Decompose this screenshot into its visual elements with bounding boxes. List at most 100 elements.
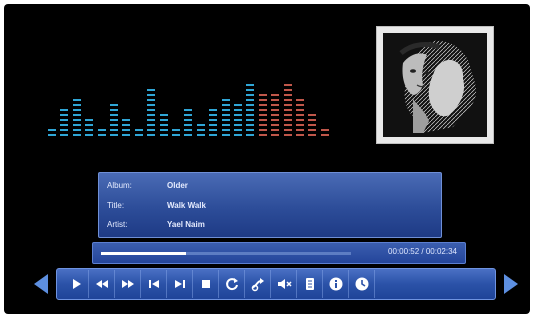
shuffle-button[interactable] <box>245 270 271 298</box>
equalizer-segment <box>196 124 205 126</box>
equalizer-segment <box>234 119 242 121</box>
equalizer-segment <box>60 109 69 111</box>
fast-forward-icon <box>121 280 134 288</box>
equalizer-bar <box>72 99 81 136</box>
equalizer-segment <box>72 124 81 126</box>
previous-page-arrow[interactable] <box>30 270 52 298</box>
equalizer-segment <box>209 114 218 116</box>
control-bar <box>56 268 496 300</box>
equalizer-segment <box>110 109 118 111</box>
progress-bar[interactable] <box>101 252 351 255</box>
stop-button[interactable] <box>193 270 219 298</box>
progress-panel: 00:00:52 / 00:02:34 <box>92 242 466 264</box>
equalizer-segment <box>159 124 168 126</box>
equalizer-segment <box>60 119 69 121</box>
equalizer-segment <box>110 129 118 131</box>
equalizer-segment <box>147 124 156 126</box>
equalizer-segment <box>184 119 193 121</box>
equalizer-bar <box>283 84 292 136</box>
clock-button[interactable] <box>349 270 375 298</box>
equalizer-segment <box>196 129 205 131</box>
equalizer-segment <box>258 114 267 116</box>
equalizer-segment <box>296 124 304 126</box>
play-button[interactable] <box>63 270 89 298</box>
equalizer-bar <box>209 109 218 136</box>
repeat-icon <box>225 278 238 291</box>
equalizer-segment <box>271 134 280 136</box>
equalizer-segment <box>283 94 292 96</box>
equalizer-segment <box>296 104 304 106</box>
equalizer-segment <box>209 109 218 111</box>
album-row: Album: Older <box>107 177 188 193</box>
playlist-button[interactable] <box>297 270 323 298</box>
repeat-button[interactable] <box>219 270 245 298</box>
equalizer-segment <box>110 119 118 121</box>
equalizer-segment <box>258 134 267 136</box>
equalizer-bar <box>85 119 94 136</box>
equalizer-segment <box>72 114 81 116</box>
equalizer-segment <box>258 129 267 131</box>
equalizer-segment <box>221 99 230 101</box>
equalizer-segment <box>72 134 81 136</box>
previous-track-button[interactable] <box>141 270 167 298</box>
equalizer-segment <box>221 129 230 131</box>
equalizer-segment <box>60 134 69 136</box>
info-icon <box>329 277 342 291</box>
equalizer-segment <box>147 119 156 121</box>
equalizer-bar <box>221 99 230 136</box>
album-value: Older <box>167 180 188 190</box>
equalizer-segment <box>296 109 304 111</box>
mute-button[interactable] <box>271 270 297 298</box>
equalizer-segment <box>246 124 255 126</box>
equalizer-segment <box>60 114 69 116</box>
equalizer-segment <box>85 134 94 136</box>
equalizer-segment <box>221 114 230 116</box>
next-track-button[interactable] <box>167 270 193 298</box>
equalizer-segment <box>60 124 69 126</box>
equalizer-segment <box>296 99 304 101</box>
equalizer-segment <box>320 134 329 136</box>
equalizer-segment <box>60 129 69 131</box>
equalizer-segment <box>283 109 292 111</box>
equalizer-segment <box>134 129 143 131</box>
artist-value: Yael Naim <box>167 219 205 229</box>
rewind-button[interactable] <box>89 270 115 298</box>
equalizer-bar <box>97 129 106 136</box>
equalizer-segment <box>159 119 168 121</box>
equalizer-segment <box>258 109 267 111</box>
next-track-icon <box>174 280 185 288</box>
equalizer-segment <box>246 84 255 86</box>
equalizer-segment <box>271 119 280 121</box>
equalizer-segment <box>246 119 255 121</box>
equalizer-segment <box>184 114 193 116</box>
next-page-arrow[interactable] <box>500 270 522 298</box>
equalizer-segment <box>209 134 218 136</box>
mute-icon <box>277 279 292 289</box>
equalizer-segment <box>258 119 267 121</box>
equalizer-segment <box>209 129 218 131</box>
title-value: Walk Walk <box>167 200 206 210</box>
equalizer-segment <box>271 99 280 101</box>
equalizer-segment <box>122 134 131 136</box>
equalizer-segment <box>308 129 317 131</box>
equalizer-segment <box>234 104 242 106</box>
fast-forward-button[interactable] <box>115 270 141 298</box>
equalizer-segment <box>246 104 255 106</box>
artist-row: Artist: Yael Naim <box>107 216 205 232</box>
equalizer-bar <box>258 94 267 136</box>
title-label: Title: <box>107 200 125 210</box>
equalizer-segment <box>258 94 267 96</box>
equalizer-segment <box>147 109 156 111</box>
album-cover-image <box>383 33 487 137</box>
equalizer-segment <box>147 114 156 116</box>
equalizer-segment <box>159 114 168 116</box>
equalizer-bar <box>196 124 205 136</box>
info-button[interactable] <box>323 270 349 298</box>
equalizer-segment <box>147 99 156 101</box>
track-info-panel: Album: Older Title: Walk Walk Artist: Ya… <box>98 172 442 238</box>
equalizer-segment <box>283 99 292 101</box>
equalizer-segment <box>72 104 81 106</box>
equalizer-segment <box>283 84 292 86</box>
equalizer-segment <box>85 129 94 131</box>
rewind-icon <box>95 280 108 288</box>
